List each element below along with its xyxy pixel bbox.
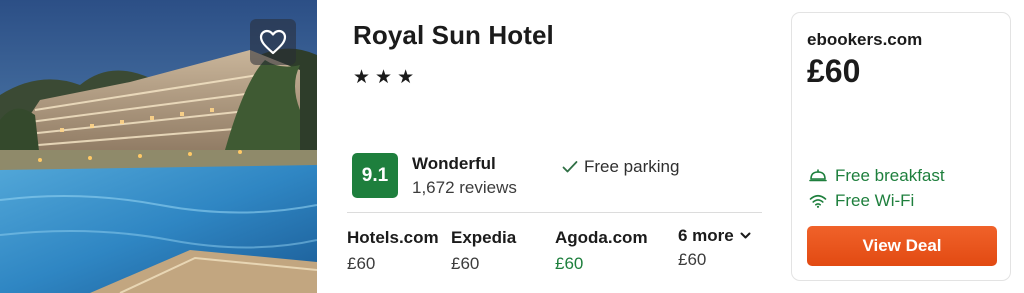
amenity-label: Free breakfast [835,166,945,185]
amenity-free-parking: Free parking [562,157,679,177]
provider-price-lowest: £60 [555,254,584,273]
star-rating: ★★★ [353,67,420,88]
provider-name: Agoda.com [555,228,648,247]
rating-label: Wonderful [412,154,496,173]
hotel-name[interactable]: Royal Sun Hotel [353,20,554,51]
favorite-button[interactable] [250,19,296,65]
provider-name: Hotels.com [347,228,439,247]
review-count[interactable]: 1,672 reviews [412,178,517,198]
more-providers-dropdown[interactable]: 6 more £60 [678,226,751,270]
best-deal-panel: ebookers.com £60 Free breakfast Free Wi-… [791,12,1011,281]
more-providers-price: £60 [678,250,707,269]
breakfast-icon [809,169,827,182]
more-providers-toggle[interactable]: 6 more [678,226,751,246]
deal-price: £60 [807,53,861,89]
hotel-result-card: Royal Sun Hotel ★★★ 9.1 Wonderful 1,672 … [0,0,1024,293]
amenity-free-wifi: Free Wi-Fi [809,191,914,211]
rating-score-badge: 9.1 [352,153,398,198]
provider-price: £60 [347,254,376,273]
view-deal-button[interactable]: View Deal [807,226,997,266]
deal-site-name: ebookers.com [807,30,923,49]
wifi-icon [809,194,827,208]
more-providers-label: 6 more [678,226,734,245]
provider-price: £60 [451,254,480,273]
amenity-label: Free Wi-Fi [835,191,915,210]
provider-hotels-com[interactable]: Hotels.com £60 [347,228,439,274]
check-icon [562,161,578,173]
provider-name: Expedia [451,228,517,247]
divider [347,212,762,213]
amenity-free-breakfast: Free breakfast [809,166,945,186]
provider-expedia[interactable]: Expedia £60 [451,228,516,274]
heart-icon [259,29,287,55]
chevron-down-icon [740,232,751,239]
amenity-label: Free parking [584,157,680,176]
hotel-photo[interactable] [0,0,317,293]
provider-agoda[interactable]: Agoda.com £60 [555,228,648,274]
